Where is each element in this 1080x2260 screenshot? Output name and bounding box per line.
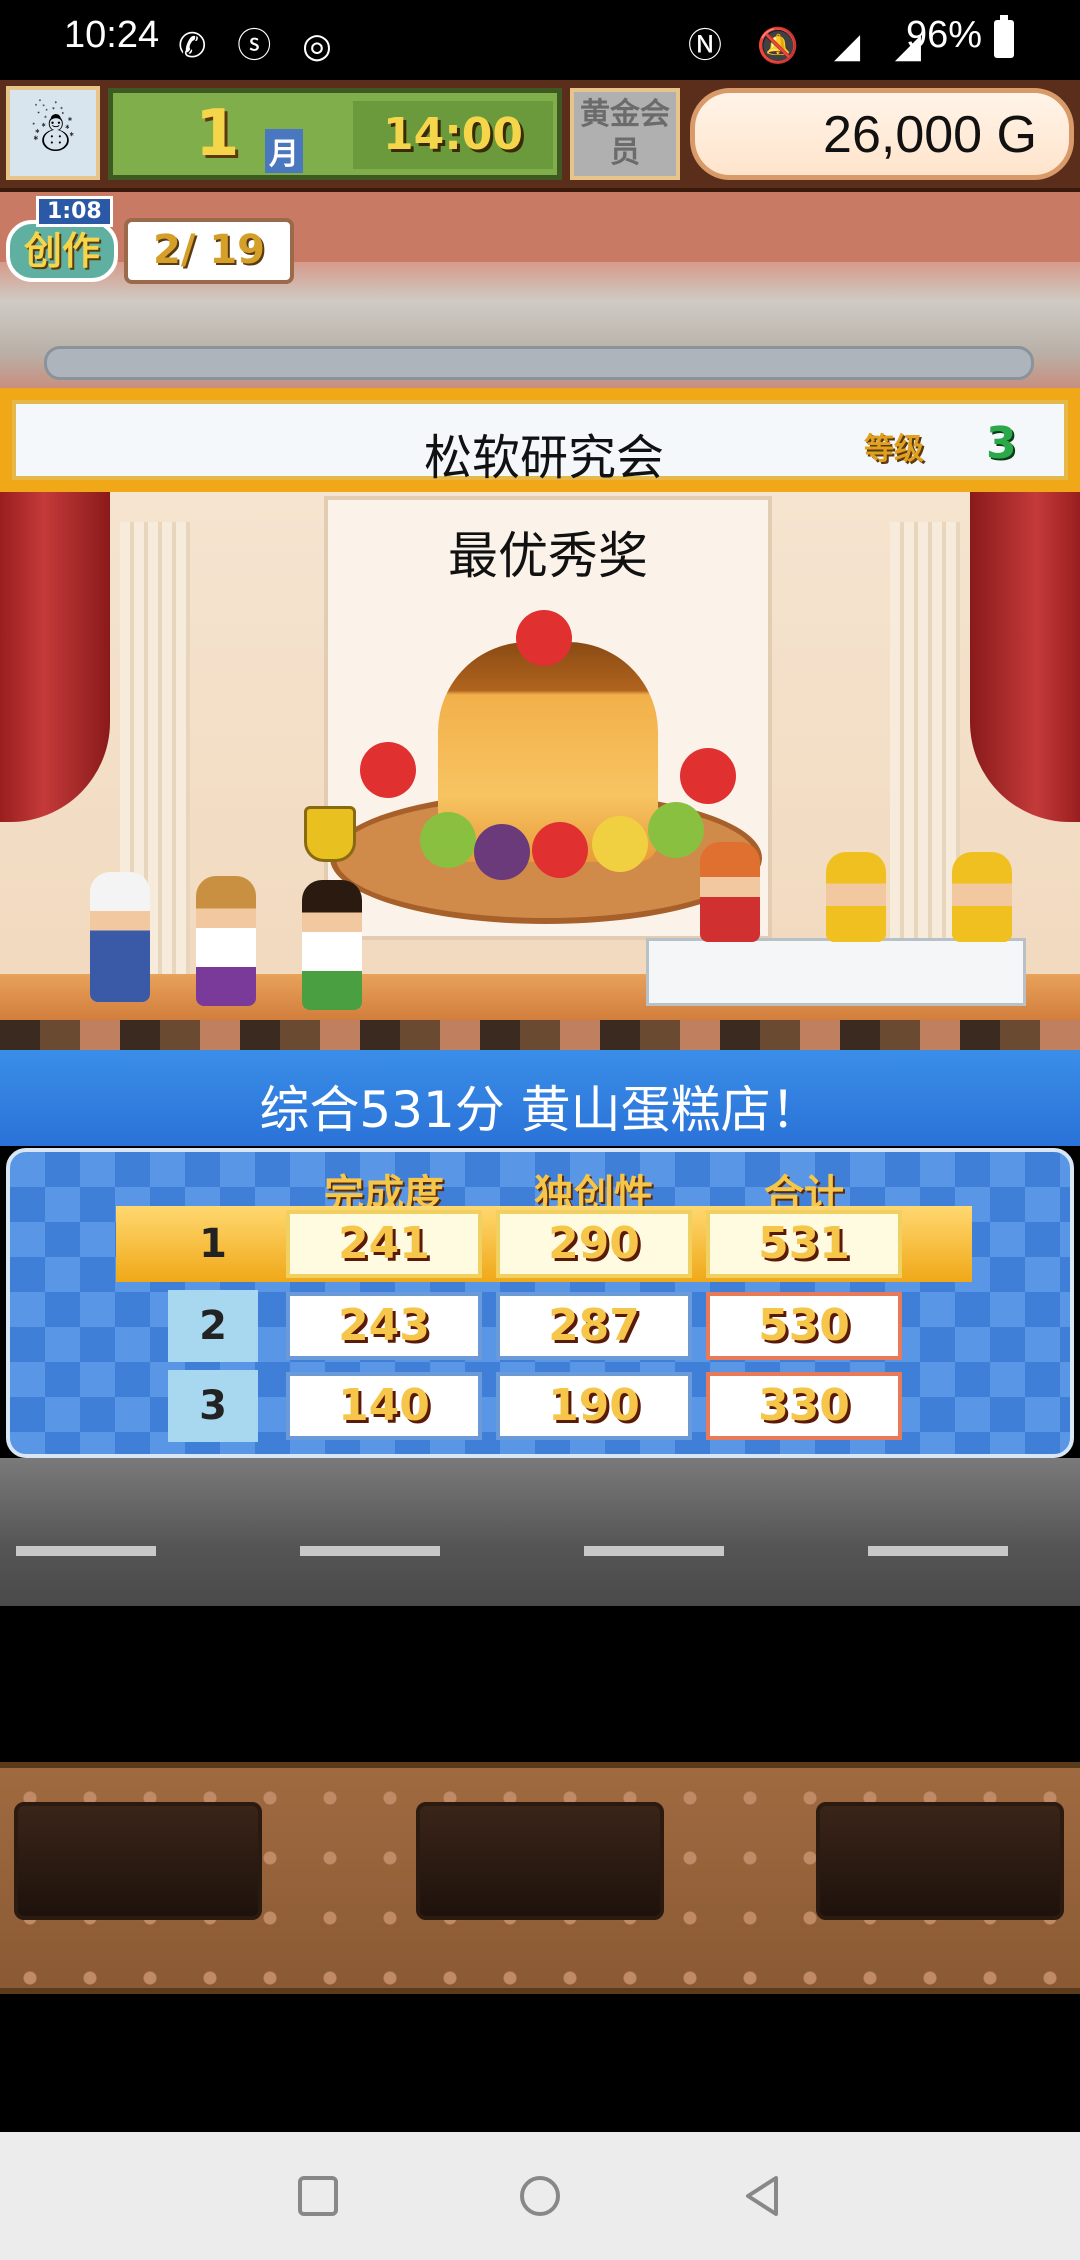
judge-character (826, 852, 886, 942)
assistant-character[interactable] (302, 880, 362, 1010)
home-icon[interactable] (518, 2174, 562, 2218)
signal-icons: Ⓝ 🔕 ◢ ◢ (688, 26, 934, 66)
game-clock: 14:00 (353, 101, 553, 169)
menu-panel (0, 1762, 1080, 1994)
rank-label: 2 (168, 1290, 258, 1362)
score-total: 530 (706, 1292, 902, 1360)
score-completion: 140 (286, 1372, 482, 1440)
result-bar: 综合531分 黄山蛋糕店！ (0, 1050, 1080, 1146)
create-label: 创作 (6, 220, 118, 282)
score-completion: 241 (286, 1210, 482, 1278)
score-total: 330 (706, 1372, 902, 1440)
contest-banner: 松软研究会 等级 3 (0, 388, 1080, 492)
stage-rail (44, 346, 1034, 380)
left-curtain (0, 492, 110, 822)
road-marking (300, 1546, 440, 1556)
pineapple-icon (592, 816, 648, 872)
recents-icon[interactable] (296, 2174, 340, 2218)
contest-banner-inner: 松软研究会 等级 3 (12, 400, 1068, 486)
audience-crowd (0, 1020, 1080, 1050)
menu-slot-center[interactable] (416, 1802, 664, 1920)
snowman-avatar-icon[interactable]: ☃ (6, 86, 100, 180)
status-bar: 10:24 ✆ ⓢ ◎ Ⓝ 🔕 ◢ ◢ 96% (0, 0, 1080, 80)
score-originality: 287 (496, 1292, 692, 1360)
score-originality: 290 (496, 1210, 692, 1278)
create-count: 2/ 19 (124, 218, 294, 284)
rank-label: 1 (199, 1221, 227, 1267)
game-hud: ☃ 1 月 14:00 黄金会员 26,000 G (0, 80, 1080, 192)
grape-icon (474, 824, 530, 880)
judge-character (952, 852, 1012, 942)
road-strip (0, 1458, 1080, 1606)
strawberry-icon (532, 822, 588, 878)
judge-character (700, 842, 760, 942)
rank-label: 3 (168, 1370, 258, 1442)
melon-icon (420, 812, 476, 868)
award-stage: 最优秀奖 (0, 492, 1080, 1050)
back-icon[interactable] (740, 2174, 784, 2218)
level-label: 等级 (864, 432, 924, 467)
score-originality: 190 (496, 1372, 692, 1440)
month-value: 1 (195, 97, 240, 171)
battery-percent: 96% (906, 14, 983, 56)
menu-slot-right[interactable] (816, 1802, 1064, 1920)
menu-slot-left[interactable] (14, 1802, 262, 1920)
strawberry-icon (516, 610, 572, 666)
road-marking (868, 1546, 1008, 1556)
month-label: 月 (265, 129, 303, 173)
battery-icon (994, 15, 1014, 58)
strawberry-icon (360, 742, 416, 798)
notification-icons: ✆ ⓢ ◎ (178, 26, 342, 66)
result-text: 综合531分 黄山蛋糕店！ (259, 1081, 821, 1139)
assistant-character[interactable] (196, 876, 256, 1006)
score-table: 完成度 独创性 合计 1 241 290 531 2 243 287 530 3… (6, 1148, 1074, 1458)
right-curtain (970, 492, 1080, 822)
pillar (890, 522, 960, 992)
create-timer: 1:08 (36, 196, 113, 227)
award-title: 最优秀奖 (448, 527, 648, 585)
money-value: 26,000 G (823, 106, 1037, 164)
create-badge[interactable]: 创作 1:08 2/ 19 (6, 196, 294, 288)
melon-icon (648, 802, 704, 858)
level-value: 3 (986, 418, 1017, 469)
road-marking (584, 1546, 724, 1556)
gold-member-button[interactable]: 黄金会员 (570, 88, 680, 180)
road-marking (16, 1546, 156, 1556)
score-total: 531 (706, 1210, 902, 1278)
system-nav-bar (0, 2132, 1080, 2260)
strawberry-icon (680, 748, 736, 804)
chef-character[interactable] (90, 872, 150, 1002)
date-panel: 1 月 14:00 (108, 88, 562, 180)
trophy-icon (304, 806, 356, 862)
money-display: 26,000 G (690, 88, 1074, 180)
judge-table (646, 938, 1026, 1006)
status-time: 10:24 (64, 14, 160, 56)
score-completion: 243 (286, 1292, 482, 1360)
